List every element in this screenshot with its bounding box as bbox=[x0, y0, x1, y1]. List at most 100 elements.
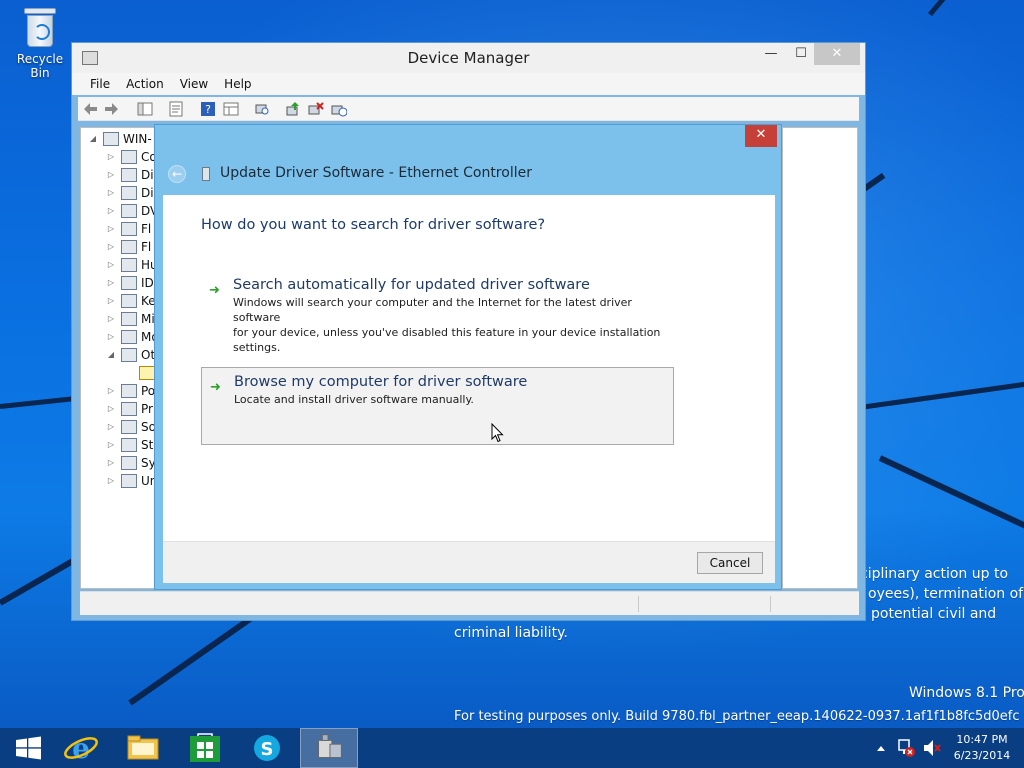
desktop-icon-label: Recycle Bin bbox=[16, 52, 64, 80]
expand-icon[interactable]: ▷ bbox=[105, 238, 117, 256]
device-category-icon bbox=[121, 294, 137, 308]
device-category-icon bbox=[121, 348, 137, 362]
device-category-icon bbox=[121, 312, 137, 326]
properties-icon[interactable] bbox=[168, 101, 184, 117]
option-description-line: settings. bbox=[233, 341, 281, 354]
device-category-icon bbox=[121, 456, 137, 470]
device-manager-titlebar[interactable]: Device Manager — ☐ ✕ bbox=[72, 43, 865, 73]
volume-muted-icon[interactable] bbox=[922, 728, 942, 768]
start-icon[interactable] bbox=[0, 728, 58, 768]
back-arrow-icon[interactable] bbox=[83, 101, 99, 117]
dialog-content: How do you want to search for driver sof… bbox=[163, 195, 775, 541]
legal-text-line: oyees), termination of bbox=[868, 586, 1024, 602]
expand-icon[interactable]: ▷ bbox=[105, 400, 117, 418]
dialog-footer: Cancel bbox=[163, 541, 775, 583]
store-icon[interactable] bbox=[176, 728, 234, 768]
tree-label: Fl bbox=[141, 240, 152, 254]
search-automatically-option[interactable]: ➜ Search automatically for updated drive… bbox=[201, 271, 674, 355]
show-hidden-icons-icon[interactable] bbox=[874, 728, 888, 768]
cancel-button[interactable]: Cancel bbox=[697, 552, 763, 574]
device-manager-icon[interactable] bbox=[300, 728, 358, 768]
dialog-question: How do you want to search for driver sof… bbox=[201, 217, 546, 233]
expand-icon[interactable]: ▷ bbox=[105, 184, 117, 202]
expand-icon[interactable]: ▷ bbox=[105, 274, 117, 292]
menu-view[interactable]: View bbox=[172, 73, 216, 95]
green-arrow-icon: ➜ bbox=[210, 380, 221, 395]
device-category-icon bbox=[121, 276, 137, 290]
collapse-icon[interactable]: ◢ bbox=[87, 130, 99, 148]
network-warning-icon[interactable] bbox=[896, 728, 916, 768]
expand-icon[interactable]: ▷ bbox=[105, 328, 117, 346]
device-category-icon bbox=[121, 474, 137, 488]
menu-help[interactable]: Help bbox=[216, 73, 259, 95]
help-icon[interactable]: ? bbox=[200, 101, 216, 117]
expand-icon[interactable]: ▷ bbox=[105, 454, 117, 472]
computer-icon bbox=[103, 132, 119, 146]
minimize-button[interactable]: — bbox=[756, 43, 786, 65]
dialog-title: Update Driver Software - Ethernet Contro… bbox=[220, 165, 532, 181]
menu-action[interactable]: Action bbox=[118, 73, 172, 95]
tree-label: ID bbox=[141, 276, 154, 290]
mouse-cursor-icon bbox=[491, 423, 504, 443]
taskbar: e S 10:47 PM 6/23/2014 bbox=[0, 728, 1024, 768]
expand-icon[interactable]: ▷ bbox=[105, 166, 117, 184]
internet-explorer-icon[interactable]: e bbox=[52, 728, 110, 768]
warning-device-icon bbox=[139, 366, 155, 380]
clock-date: 6/23/2014 bbox=[953, 749, 1011, 762]
option-description-line: for your device, unless you've disabled … bbox=[233, 326, 661, 339]
option-description-line: Windows will search your computer and th… bbox=[233, 296, 632, 324]
expand-icon[interactable]: ▷ bbox=[105, 202, 117, 220]
console-tree-icon[interactable] bbox=[137, 101, 153, 117]
svg-text:?: ? bbox=[205, 103, 211, 116]
desktop-icon-recycle-bin[interactable]: Recycle Bin bbox=[6, 6, 74, 80]
build-info-label: For testing purposes only. Build 9780.fb… bbox=[454, 709, 1020, 724]
maximize-button[interactable]: ☐ bbox=[786, 43, 816, 65]
option-title: Search automatically for updated driver … bbox=[233, 277, 590, 293]
view-icon[interactable] bbox=[223, 101, 239, 117]
tree-label: Pr bbox=[141, 402, 153, 416]
windows-edition-label: Windows 8.1 Pro bbox=[909, 685, 1024, 701]
dialog-close-button[interactable]: ✕ bbox=[745, 125, 777, 147]
expand-icon[interactable]: ▷ bbox=[105, 310, 117, 328]
svg-text:e: e bbox=[72, 732, 90, 765]
device-category-icon bbox=[121, 330, 137, 344]
skype-icon[interactable]: S bbox=[238, 728, 296, 768]
device-category-icon bbox=[121, 384, 137, 398]
tree-label: Di bbox=[141, 186, 154, 200]
device-category-icon bbox=[121, 222, 137, 236]
file-explorer-icon[interactable] bbox=[114, 728, 172, 768]
close-button[interactable]: ✕ bbox=[814, 43, 860, 65]
option-title: Browse my computer for driver software bbox=[234, 374, 528, 390]
clock-time: 10:47 PM bbox=[956, 733, 1008, 746]
device-category-icon bbox=[121, 240, 137, 254]
expand-icon[interactable]: ▷ bbox=[105, 436, 117, 454]
window-title: Device Manager bbox=[407, 49, 530, 67]
expand-icon[interactable]: ▷ bbox=[105, 220, 117, 238]
enable-device-icon[interactable] bbox=[331, 101, 347, 117]
back-icon[interactable]: ← bbox=[168, 165, 186, 183]
device-category-icon bbox=[121, 258, 137, 272]
update-driver-dialog: ✕ ← Update Driver Software - Ethernet Co… bbox=[154, 124, 782, 590]
option-description: Locate and install driver software manua… bbox=[234, 393, 474, 406]
device-category-icon bbox=[121, 204, 137, 218]
option-description: Windows will search your computer and th… bbox=[233, 295, 674, 355]
scan-hardware-icon[interactable] bbox=[254, 101, 270, 117]
browse-computer-option[interactable]: ➜ Browse my computer for driver software… bbox=[201, 367, 674, 445]
expand-icon[interactable]: ▷ bbox=[105, 472, 117, 490]
legal-text-line: potential civil and bbox=[871, 606, 997, 622]
uninstall-device-icon[interactable] bbox=[308, 101, 324, 117]
device-category-icon bbox=[121, 186, 137, 200]
tree-label: Di bbox=[141, 168, 154, 182]
expand-icon[interactable]: ▷ bbox=[105, 418, 117, 436]
forward-arrow-icon[interactable] bbox=[103, 101, 119, 117]
expand-icon[interactable]: ▷ bbox=[105, 256, 117, 274]
update-driver-icon[interactable] bbox=[285, 101, 301, 117]
system-clock[interactable]: 10:47 PM 6/23/2014 bbox=[952, 732, 1012, 764]
collapse-icon[interactable]: ◢ bbox=[105, 346, 117, 364]
menu-file[interactable]: File bbox=[82, 73, 118, 95]
expand-icon[interactable]: ▷ bbox=[105, 292, 117, 310]
toolbar: ? bbox=[78, 97, 859, 121]
expand-icon[interactable]: ▷ bbox=[105, 382, 117, 400]
expand-icon[interactable]: ▷ bbox=[105, 148, 117, 166]
legal-text-line: ciplinary action up to bbox=[860, 566, 1009, 582]
